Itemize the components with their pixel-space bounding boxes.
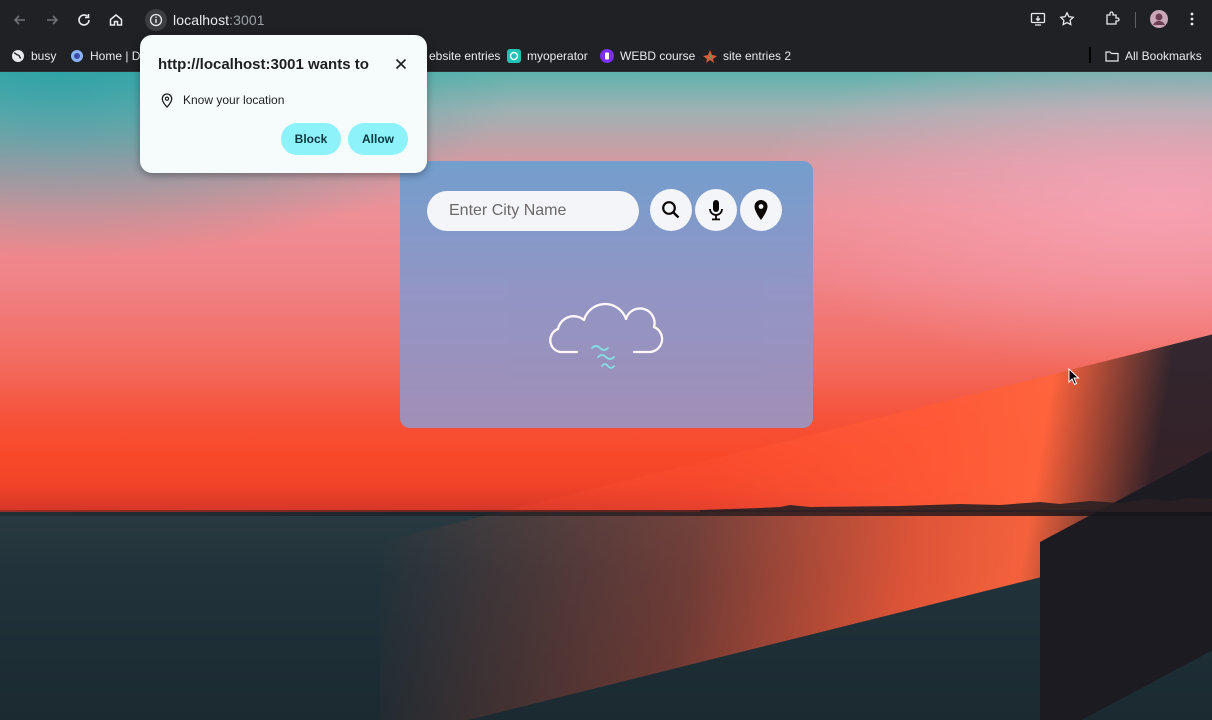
bookmark-label: WEBD course [620, 49, 696, 63]
city-search-input[interactable] [427, 191, 639, 231]
profile-button[interactable] [1148, 8, 1170, 30]
home-button[interactable] [104, 8, 128, 32]
allow-button[interactable]: Allow [348, 123, 408, 155]
reload-icon [78, 14, 90, 26]
myoperator-icon [507, 49, 521, 63]
permission-label: Know your location [183, 93, 285, 107]
all-bookmarks-button[interactable]: All Bookmarks [1105, 47, 1202, 65]
all-bookmarks-label: All Bookmarks [1125, 49, 1202, 63]
bookmark-label: busy [31, 49, 57, 63]
site-entries-icon [703, 49, 717, 63]
site-info-button[interactable] [145, 9, 167, 31]
site-icon [70, 49, 84, 63]
close-icon [395, 58, 407, 70]
weather-card [400, 161, 813, 428]
kebab-menu-icon [1190, 12, 1194, 26]
puzzle-icon [1106, 11, 1120, 25]
globe-icon [11, 49, 25, 63]
voice-search-button[interactable] [695, 189, 737, 231]
toolbar-divider [1135, 12, 1136, 28]
bookmark-busy[interactable]: busy [11, 47, 56, 65]
bookmark-label: ebsite entries [429, 49, 501, 63]
bookmarks-divider [1089, 47, 1091, 63]
search-button[interactable] [650, 189, 692, 231]
mouse-cursor-icon [1068, 368, 1080, 386]
reload-button[interactable] [72, 8, 96, 32]
location-permission-prompt: http://localhost:3001 wants to Know your… [140, 35, 427, 173]
folder-icon [1105, 49, 1119, 63]
permission-item: Know your location [160, 92, 284, 108]
close-prompt-button[interactable] [391, 54, 411, 74]
url-port: :3001 [229, 12, 265, 28]
cast-button[interactable] [1027, 8, 1049, 30]
url-host: localhost [173, 12, 230, 28]
home-icon [109, 14, 123, 26]
permission-title: http://localhost:3001 wants to [158, 56, 369, 73]
bookmark-star-button[interactable] [1056, 8, 1078, 30]
bookmark-webd-course[interactable]: WEBD course [600, 47, 695, 65]
info-icon [149, 13, 163, 27]
address-bar[interactable]: localhost:3001 [141, 6, 1089, 34]
current-location-button[interactable] [740, 189, 782, 231]
cloud-fog-icon [549, 302, 664, 369]
forward-arrow-icon [47, 15, 59, 25]
bookmark-website-entries[interactable]: ebsite entries [429, 47, 500, 65]
bookmark-label: myoperator [527, 49, 588, 63]
avatar [1150, 10, 1168, 28]
url-text: localhost:3001 [173, 12, 265, 28]
install-app-icon [1030, 12, 1046, 26]
extensions-button[interactable] [1101, 8, 1123, 30]
distant-skyline [700, 498, 1212, 512]
search-icon [662, 201, 680, 219]
forward-button[interactable] [40, 8, 64, 32]
bookmark-site-entries-2[interactable]: site entries 2 [703, 47, 791, 65]
location-pin-icon [160, 92, 174, 108]
microphone-icon [709, 200, 723, 221]
browser-toolbar: localhost:3001 [0, 0, 1212, 39]
webd-icon [600, 49, 614, 63]
back-arrow-icon [13, 15, 25, 25]
bookmark-myoperator[interactable]: myoperator [507, 47, 588, 65]
block-button[interactable]: Block [281, 123, 341, 155]
back-button[interactable] [8, 8, 32, 32]
browser-menu-button[interactable] [1181, 8, 1203, 30]
star-icon [1059, 11, 1075, 26]
bookmark-home-dd[interactable]: Home | DD [70, 47, 149, 65]
location-pin-icon [754, 200, 768, 220]
bookmark-label: site entries 2 [723, 49, 792, 63]
